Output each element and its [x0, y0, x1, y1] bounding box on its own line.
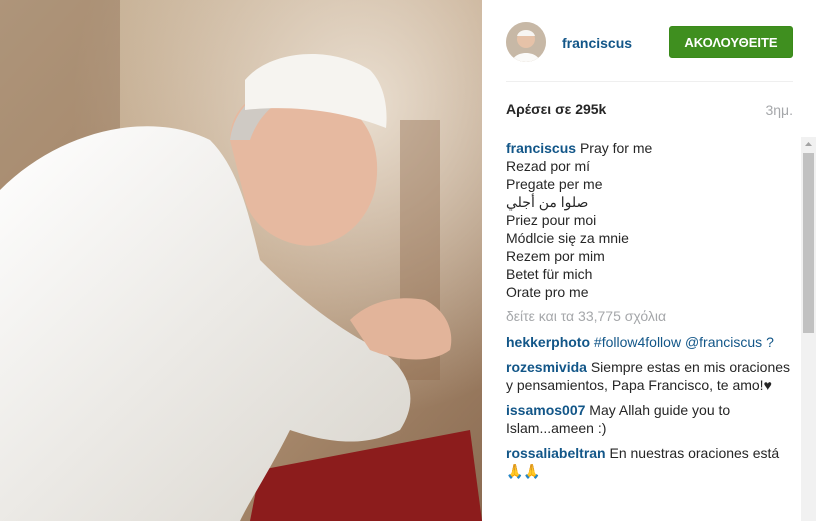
post-header: francis­cus ΑΚΟΛΟΥΘΕΙΤΕ: [506, 22, 793, 64]
likes-count[interactable]: Αρέσει σε 295k: [506, 101, 606, 117]
scroll-up-arrow-icon[interactable]: [801, 137, 816, 152]
follow-button[interactable]: ΑΚΟΛΟΥΘΕΙΤΕ: [669, 26, 793, 58]
praying-figure-image: [0, 0, 482, 521]
comment-username[interactable]: issamos007: [506, 402, 585, 418]
view-all-comments-link[interactable]: δείτε και τα 33,775 σχόλια: [506, 307, 796, 325]
caption-line: Módlcie się za mnie: [506, 230, 629, 246]
caption-line: Pregate per me: [506, 176, 603, 192]
username-link[interactable]: francis­cus: [562, 35, 632, 51]
caption-line: صلوا من أجلي: [506, 194, 589, 210]
comment-username[interactable]: rossaliabeltran: [506, 445, 606, 461]
post-time[interactable]: 3ημ.: [765, 102, 793, 118]
comment-username[interactable]: rozesmivida: [506, 359, 587, 375]
comments-scrollbar[interactable]: [801, 137, 816, 521]
caption-line: Orate pro me: [506, 284, 589, 300]
avatar[interactable]: [506, 22, 546, 62]
caption-line: Rezad por mí: [506, 158, 591, 174]
caption-line: Betet für mich: [506, 266, 593, 282]
comment-item: rossaliabeltran En nuestras oraciones es…: [506, 444, 796, 480]
scrollbar-thumb[interactable]: [803, 153, 814, 333]
post-side-panel: francis­cus ΑΚΟΛΟΥΘΕΙΤΕ Αρέσει σε 295k 3…: [482, 0, 816, 521]
caption-text: Pray for me: [579, 140, 653, 156]
comment-item: rozesmivida Siempre estas en mis oracion…: [506, 358, 796, 394]
avatar-image: [506, 22, 546, 62]
comments-list: francis­cus Pray for me Rezad por mí Pre…: [506, 139, 796, 521]
comment-text: #follow4follow @franciscus ?: [593, 334, 774, 350]
caption-line: Rezem por mim: [506, 248, 605, 264]
header-divider: [506, 81, 793, 82]
post-photo[interactable]: [0, 0, 482, 521]
comment-item: hekkerphoto #follow4follow @franciscus ?: [506, 333, 796, 351]
caption-line: Priez pour moi: [506, 212, 597, 228]
caption-first-line: francis­cus Pray for me: [506, 139, 796, 157]
comment-item: issamos007 May Allah guide you to Islam.…: [506, 401, 796, 437]
caption-username[interactable]: francis­cus: [506, 140, 576, 156]
comment-username[interactable]: hekkerphoto: [506, 334, 590, 350]
